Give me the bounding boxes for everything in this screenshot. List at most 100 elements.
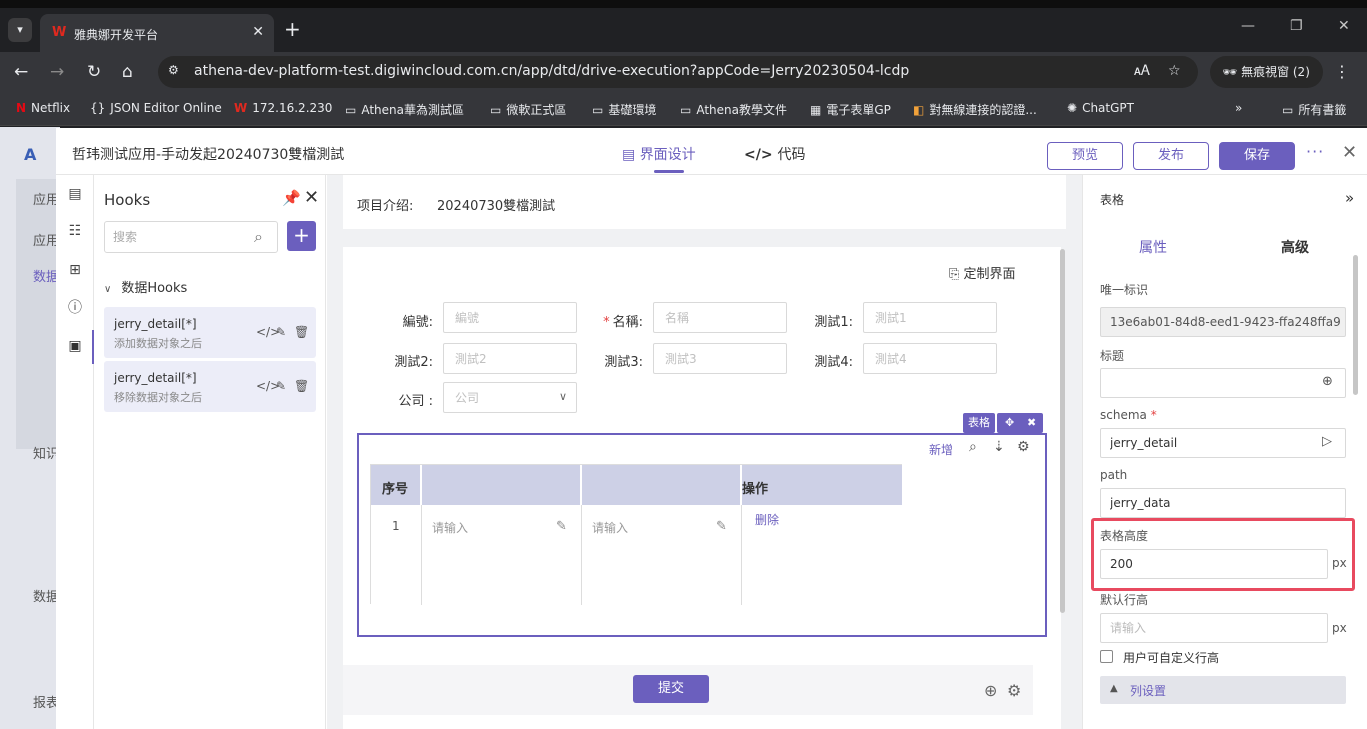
title-field[interactable] <box>1100 368 1346 398</box>
new-tab-icon[interactable]: + <box>284 18 301 40</box>
add-hook-button[interactable]: + <box>287 221 316 251</box>
canvas-scrollbar[interactable] <box>1060 249 1065 613</box>
table-component[interactable]: 新增 ⌕ ⇣ ⚙ 序号 操作 1 请输入 ✎ 请输入 ✎ 删除 <box>357 433 1047 637</box>
gear-icon[interactable]: ⚙ <box>1017 439 1030 455</box>
search-icon[interactable]: ⌕ <box>969 439 977 455</box>
row-index: 1 <box>392 519 400 533</box>
back-icon[interactable]: ← <box>14 61 28 83</box>
delete-row-link[interactable]: 删除 <box>755 511 779 528</box>
translate-icon[interactable]: 🗚 <box>1134 63 1150 79</box>
search-icon[interactable]: ⌕ <box>254 227 263 247</box>
edit-icon[interactable]: ✎ <box>276 379 286 393</box>
id-field[interactable] <box>1100 307 1346 337</box>
pin-icon[interactable]: 📌 <box>282 189 301 207</box>
path-field[interactable] <box>1100 488 1346 518</box>
more-icon[interactable]: ··· <box>1306 142 1324 161</box>
tab-attributes[interactable]: 属性 <box>1139 237 1167 257</box>
hooks-close-icon[interactable]: ✕ <box>304 187 319 208</box>
grid-icon[interactable]: ⊞ <box>66 261 84 279</box>
bookmark-all[interactable]: ▭ 所有書籤 <box>1282 101 1346 118</box>
custom-ui-link[interactable]: ⎘ 定制界面 <box>949 263 1016 282</box>
save-button[interactable]: 保存 <box>1219 142 1295 170</box>
modal-title: 哲玮测试应用-手动发起20240730雙檔測試 <box>72 147 345 163</box>
bookmarks-overflow-icon[interactable]: » <box>1235 101 1242 115</box>
table-add-link[interactable]: 新增 <box>929 441 953 458</box>
tab-search-icon[interactable]: ▾ <box>8 18 32 42</box>
edit-icon[interactable]: ✎ <box>716 519 727 534</box>
tab-title: 雅典娜开发平台 <box>74 28 159 42</box>
table-cell[interactable]: 请输入 ✎ <box>582 505 742 605</box>
chevron-right-box-icon[interactable]: ▷ <box>1322 434 1332 449</box>
publish-button[interactable]: 发布 <box>1133 142 1209 170</box>
hook-name: jerry_detail[*] <box>114 317 197 331</box>
chatgpt-icon: ✺ <box>1067 101 1078 115</box>
trash-icon[interactable]: 🗑 <box>294 379 309 393</box>
home-icon[interactable]: ⌂ <box>122 61 133 83</box>
forward-icon[interactable]: → <box>50 61 64 83</box>
company-select[interactable] <box>443 382 577 413</box>
gear-icon[interactable]: ⚙ <box>1007 681 1021 700</box>
incognito-indicator[interactable]: 🕶 無痕視窗 (2) <box>1210 56 1323 88</box>
bookmark-folder-huawei[interactable]: ▭ Athena華為測試區 <box>345 101 464 118</box>
minimize-icon[interactable]: — <box>1241 18 1255 34</box>
hook-item[interactable]: jerry_detail[*] 添加数据对象之后 </> ✎ 🗑 <box>104 307 316 358</box>
omnibox[interactable]: ⚙ athena-dev-platform-test.digiwincloud.… <box>158 56 1198 88</box>
delete-x-icon[interactable]: ✖ <box>1027 413 1036 433</box>
browser-tab[interactable]: W 雅典娜开发平台 ✕ <box>40 14 274 52</box>
url-text[interactable]: athena-dev-platform-test.digiwincloud.co… <box>194 63 909 79</box>
edit-icon[interactable]: ✎ <box>556 519 567 534</box>
form-icon: ▦ <box>810 103 822 117</box>
bookmark-star-icon[interactable]: ☆ <box>1168 63 1181 79</box>
globe-icon[interactable]: ⊕ <box>1322 374 1333 389</box>
hook-item[interactable]: jerry_detail[*] 移除数据对象之后 </> ✎ 🗑 <box>104 361 316 412</box>
list-icon[interactable]: ☷ <box>66 222 84 240</box>
edit-icon[interactable]: ✎ <box>276 325 286 339</box>
bookmark-folder-base[interactable]: ▭ 基礎環境 <box>592 101 656 118</box>
bookmark-wireless[interactable]: ◧ 對無線連接的認證... <box>913 101 1037 118</box>
preview-button[interactable]: 预览 <box>1047 142 1123 170</box>
properties-scrollbar[interactable] <box>1353 255 1358 395</box>
alert-icon[interactable]: ⓘ <box>66 299 84 317</box>
window-close-icon[interactable]: ✕ <box>1338 18 1350 34</box>
table-component-tag[interactable]: 表格 <box>963 413 995 433</box>
add-circle-icon[interactable]: ⊕ <box>984 681 997 700</box>
page-icon[interactable]: ▤ <box>66 185 84 203</box>
bookmark-json-editor[interactable]: {} JSON Editor Online <box>90 101 222 115</box>
table-height-input[interactable] <box>1100 549 1328 579</box>
sort-icon[interactable]: ⇣ <box>993 439 1005 455</box>
hooks-search-input[interactable] <box>104 221 278 253</box>
trash-icon[interactable]: 🗑 <box>294 325 309 339</box>
tab-code[interactable]: </> 代码 <box>744 144 805 164</box>
tab-ui-design[interactable]: ▤ 界面设计 <box>622 144 696 164</box>
site-info-icon[interactable]: ⚙ <box>168 63 179 77</box>
chevron-down-icon[interactable]: ∨ <box>559 390 567 403</box>
collapse-icon[interactable]: » <box>1345 189 1354 207</box>
test4-input[interactable] <box>863 343 997 374</box>
row-height-input[interactable] <box>1100 613 1328 643</box>
folder-icon: ▭ <box>1282 103 1294 117</box>
bookmark-ip[interactable]: W 172.16.2.230 <box>234 101 332 115</box>
bookmark-netflix[interactable]: N Netflix <box>16 101 70 115</box>
custom-row-height-label: 用户可自定义行高 <box>1123 651 1220 665</box>
browser-menu-icon[interactable]: ⋮ <box>1334 62 1350 81</box>
tab-close-icon[interactable]: ✕ <box>252 24 264 40</box>
move-icon[interactable]: ✥ <box>1005 413 1014 433</box>
custom-row-height-checkbox[interactable] <box>1100 650 1113 663</box>
hooks-panel: Hooks 📌 ✕ ⌕ + ∨数据Hooks jerry_detail[*] 添… <box>94 175 326 729</box>
bookmark-chatgpt[interactable]: ✺ ChatGPT <box>1067 101 1134 115</box>
hooks-group-toggle[interactable]: ∨ 数据Hooks <box>104 277 187 296</box>
reload-icon[interactable]: ↻ <box>87 61 101 83</box>
id-label: 唯一标识 <box>1100 283 1149 297</box>
column-settings-toggle[interactable]: ▲ 列设置 <box>1100 676 1346 704</box>
restore-icon[interactable]: ❐ <box>1290 18 1303 34</box>
bookmark-folder-docs[interactable]: ▭ Athena教學文件 <box>680 101 787 118</box>
terminal-icon[interactable]: ▣ <box>66 337 84 355</box>
schema-field[interactable] <box>1100 428 1346 458</box>
bookmark-folder-ms[interactable]: ▭ 微軟正式區 <box>490 101 566 118</box>
test1-input[interactable] <box>863 302 997 333</box>
tab-advanced[interactable]: 高级 <box>1281 237 1309 257</box>
bookmark-eform[interactable]: ▦ 電子表單GP <box>810 101 891 118</box>
table-cell[interactable]: 请输入 ✎ <box>422 505 582 605</box>
modal-close-icon[interactable]: ✕ <box>1342 144 1357 162</box>
submit-button[interactable]: 提交 <box>633 675 709 703</box>
